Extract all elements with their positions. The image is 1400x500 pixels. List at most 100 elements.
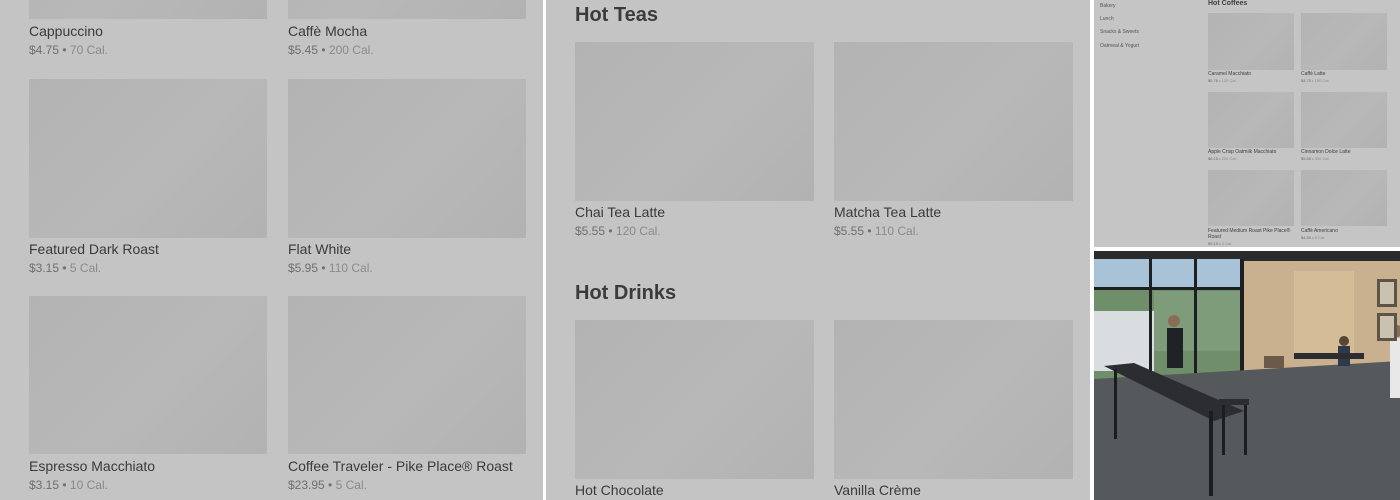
item-meta: $4.75 • 190 Cal.	[1301, 78, 1330, 83]
item-image-placeholder	[29, 79, 267, 238]
menu-item-card[interactable]: Caramel Macchiato $5.75 • 120 Cal.	[1208, 13, 1294, 85]
menu-item-card[interactable]: Matcha Tea Latte $5.55 • 110 Cal.	[834, 42, 1073, 242]
item-name: Featured Dark Roast	[29, 241, 159, 257]
item-image-placeholder	[1208, 92, 1294, 148]
item-calories: 200 Cal.	[1221, 156, 1237, 161]
menu-item-card[interactable]: Coffee Traveler - Pike Place® Roast $23.…	[288, 296, 526, 496]
item-image-placeholder	[288, 79, 526, 238]
menu-item-card[interactable]: Cappuccino $4.75 • 70 Cal.	[29, 0, 267, 60]
item-name: Caffè Americano	[1301, 228, 1338, 234]
nav-item-lunch[interactable]: Lunch	[1100, 16, 1114, 22]
item-calories: 200 Cal.	[328, 43, 374, 57]
item-calories: 110 Cal.	[874, 224, 919, 238]
item-price: $4.35	[1301, 235, 1312, 240]
item-image-placeholder	[834, 320, 1073, 479]
item-meta: $23.95 • 5 Cal.	[288, 478, 367, 492]
separator-dot: •	[62, 43, 67, 57]
menu-item-card[interactable]: Caffè Mocha $5.45 • 200 Cal.	[288, 0, 526, 60]
item-price: $4.75	[29, 43, 60, 57]
item-meta: $5.55 • 110 Cal.	[834, 224, 919, 238]
item-image-placeholder	[1301, 170, 1387, 226]
item-image-placeholder	[575, 320, 814, 479]
item-meta: $4.35 • 5 Cal.	[1301, 235, 1325, 240]
item-image-placeholder	[575, 42, 814, 201]
item-name: Caramel Macchiato	[1208, 71, 1252, 77]
separator-dot: •	[62, 261, 67, 275]
item-meta: $4.75 • 70 Cal.	[29, 43, 108, 57]
menu-panel-mini: Bakery Lunch Snacks & Sweets Oatmeal & Y…	[1094, 0, 1400, 247]
menu-panel-middle: Hot Teas Chai Tea Latte $5.55 • 120 Cal.…	[546, 0, 1090, 500]
item-image-placeholder	[29, 296, 267, 454]
item-name: Vanilla Crème	[834, 482, 921, 498]
menu-item-card[interactable]: Caffè Americano $4.35 • 5 Cal.	[1301, 170, 1387, 246]
section-title-hot-teas: Hot Teas	[575, 4, 658, 26]
item-meta: $5.75 • 120 Cal.	[1208, 78, 1237, 83]
separator-dot: •	[321, 43, 326, 57]
item-calories: 70 Cal.	[69, 43, 108, 57]
cafe-interior-photo	[1094, 251, 1400, 500]
item-name: Hot Chocolate	[575, 482, 664, 498]
item-price: $5.55	[575, 224, 606, 238]
menu-item-card[interactable]: Hot Chocolate	[575, 320, 814, 500]
item-meta: $3.15 • 5 Cal.	[29, 261, 101, 275]
nav-item-oatmeal-yogurt[interactable]: Oatmeal & Yogurt	[1100, 43, 1139, 49]
menu-item-card[interactable]: Cinnamon Dolce Latte $5.95 • 330 Cal.	[1301, 92, 1387, 164]
item-name: Featured Medium Roast Pike Place® Roast	[1208, 228, 1291, 240]
item-name: Matcha Tea Latte	[834, 204, 942, 220]
item-meta: $3.15 • 5 Cal.	[1208, 241, 1232, 246]
item-meta: $5.95 • 330 Cal.	[1301, 156, 1330, 161]
item-name: Caffè Mocha	[288, 23, 368, 39]
item-price: $3.15	[29, 478, 60, 492]
menu-item-card[interactable]: Featured Medium Roast Pike Place® Roast …	[1208, 170, 1294, 246]
item-image-placeholder	[1301, 13, 1387, 70]
item-calories: 330 Cal.	[1314, 156, 1330, 161]
section-title-hot-drinks: Hot Drinks	[575, 282, 677, 304]
item-name: Coffee Traveler - Pike Place® Roast	[288, 458, 513, 474]
item-meta: $3.15 • 10 Cal.	[29, 478, 108, 492]
item-image-placeholder	[1301, 92, 1387, 148]
separator-dot: •	[1219, 241, 1221, 246]
item-calories: 5 Cal.	[1314, 235, 1326, 240]
menu-item-card[interactable]: Flat White $5.95 • 110 Cal.	[288, 79, 526, 279]
item-meta: $6.15 • 200 Cal.	[1208, 156, 1237, 161]
separator-dot: •	[62, 478, 67, 492]
item-calories: 190 Cal.	[1314, 78, 1330, 83]
separator-dot: •	[1312, 156, 1314, 161]
item-calories: 5 Cal.	[335, 478, 367, 492]
item-price: $6.15	[1208, 156, 1219, 161]
menu-item-card[interactable]: Apple Crisp Oatmilk Macchiato $6.15 • 20…	[1208, 92, 1294, 164]
item-calories: 120 Cal.	[615, 224, 661, 238]
item-name: Caffè Latte	[1301, 71, 1326, 77]
item-calories: 120 Cal.	[1221, 78, 1237, 83]
item-image-placeholder	[288, 0, 526, 19]
item-name: Cappuccino	[29, 23, 103, 39]
nav-item-snacks-sweets[interactable]: Snacks & Sweets	[1100, 29, 1139, 35]
item-price: $5.95	[288, 261, 319, 275]
item-calories: 110 Cal.	[328, 261, 373, 275]
item-price: $5.75	[1208, 78, 1219, 83]
menu-item-card[interactable]: Featured Dark Roast $3.15 • 5 Cal.	[29, 79, 267, 279]
item-meta: $5.55 • 120 Cal.	[575, 224, 661, 238]
item-name: Flat White	[288, 241, 352, 257]
item-price: $3.15	[1208, 241, 1219, 246]
item-price: $5.45	[288, 43, 319, 57]
menu-panel-left: Cappuccino $4.75 • 70 Cal. Caffè Mocha $…	[0, 0, 543, 500]
item-name: Chai Tea Latte	[575, 204, 666, 220]
separator-dot: •	[608, 224, 613, 238]
separator-dot: •	[1312, 78, 1314, 83]
menu-item-card[interactable]: Chai Tea Latte $5.55 • 120 Cal.	[575, 42, 814, 242]
item-image-placeholder	[29, 0, 267, 19]
separator-dot: •	[867, 224, 872, 238]
section-title-hot-coffees: Hot Coffees	[1208, 0, 1248, 7]
menu-item-card[interactable]: Caffè Latte $4.75 • 190 Cal.	[1301, 13, 1387, 85]
item-name: Espresso Macchiato	[29, 458, 156, 474]
item-price: $3.15	[29, 261, 60, 275]
item-image-placeholder	[1208, 170, 1294, 226]
menu-item-card[interactable]: Vanilla Crème	[834, 320, 1073, 500]
separator-dot: •	[1219, 156, 1221, 161]
item-calories: 5 Cal.	[69, 261, 102, 275]
nav-item-bakery[interactable]: Bakery	[1100, 3, 1116, 9]
menu-item-card[interactable]: Espresso Macchiato $3.15 • 10 Cal.	[29, 296, 267, 496]
item-name: Cinnamon Dolce Latte	[1301, 149, 1351, 155]
item-image-placeholder	[834, 42, 1073, 201]
